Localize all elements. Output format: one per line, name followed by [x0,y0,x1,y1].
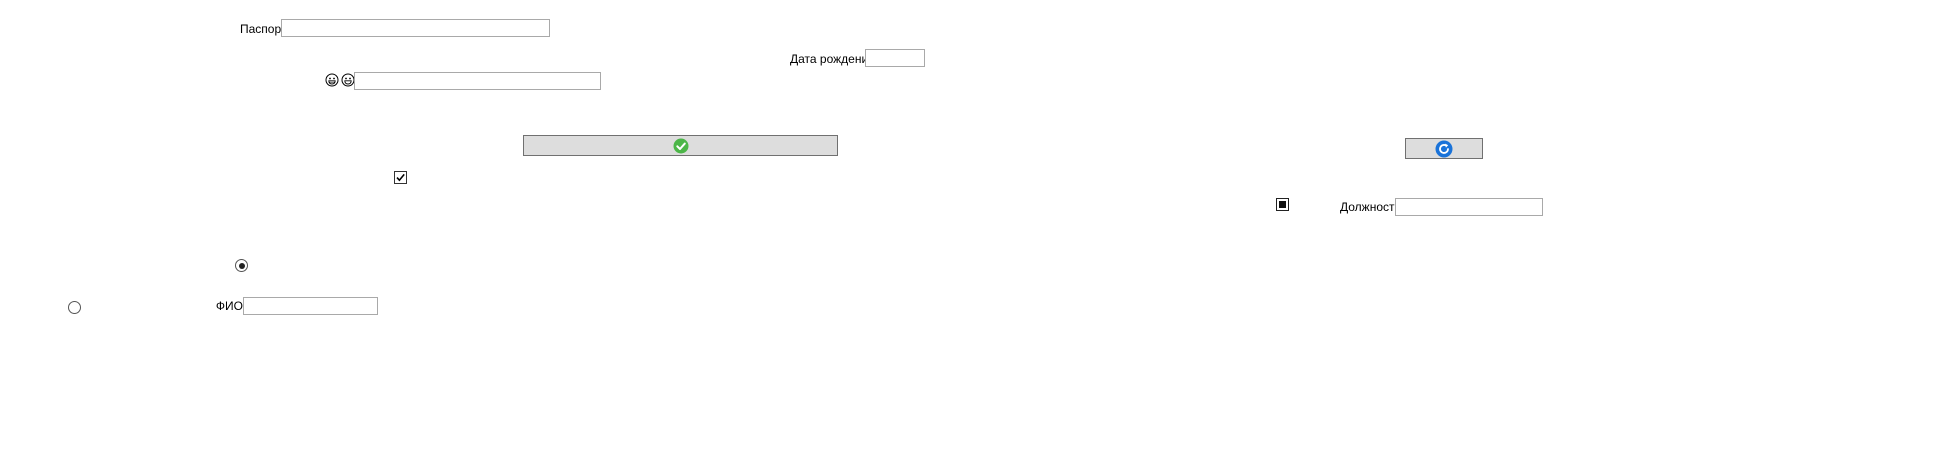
indeterminate-mark [1279,201,1286,208]
smiling-face-icon [341,73,355,87]
checkbox-indeterminate[interactable] [1276,198,1289,211]
radio-dot [238,262,245,269]
birthdate-input[interactable] [865,49,925,67]
position-label: Должность [1340,200,1401,214]
checkmark-icon [396,173,405,182]
passport-label: Паспорт [240,22,287,36]
passport-input[interactable] [281,19,550,37]
checkbox-checked[interactable] [394,171,407,184]
refresh-icon [1435,140,1453,157]
grinning-face-icon [325,73,339,87]
radio-unselected[interactable] [68,301,81,314]
radio-selected[interactable] [235,259,248,272]
check-circle-icon [673,138,688,153]
confirm-button[interactable] [523,135,838,156]
fio-label: ФИО [215,299,243,313]
emoji-text-input[interactable] [354,72,601,90]
fio-input[interactable] [243,297,378,315]
birthdate-label: Дата рождения [790,52,875,66]
position-input[interactable] [1395,198,1543,216]
refresh-button[interactable] [1405,138,1483,159]
